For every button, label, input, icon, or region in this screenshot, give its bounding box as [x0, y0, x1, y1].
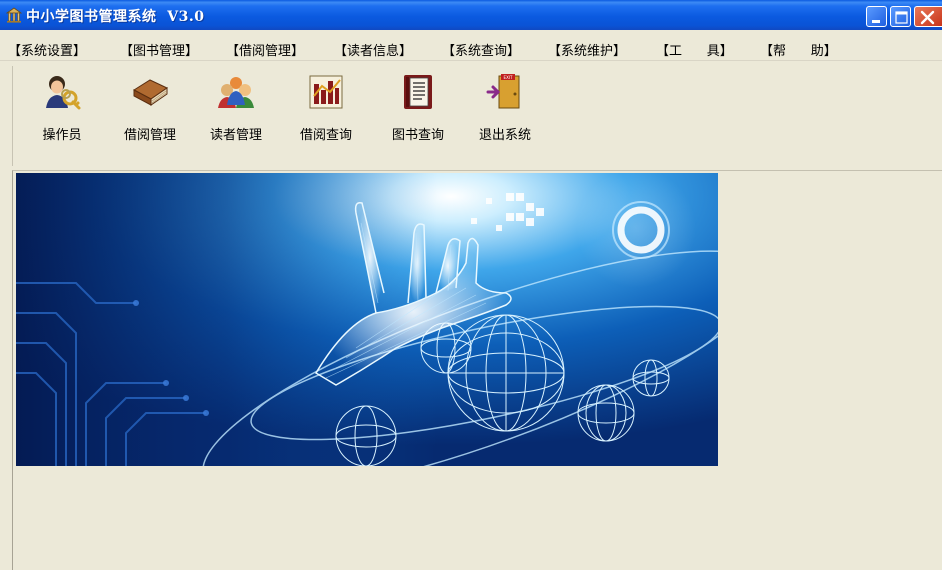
maximize-button[interactable]	[890, 6, 911, 27]
exit-door-icon: EXIT	[486, 74, 520, 109]
brown-book-icon	[132, 79, 169, 106]
menu-system-query[interactable]: 【系统查询】	[442, 44, 520, 60]
maximize-icon	[895, 11, 908, 24]
app-icon	[6, 7, 22, 23]
close-icon	[920, 10, 935, 25]
exit-system-button[interactable]: EXIT 退出系统	[467, 72, 543, 143]
users-group-icon	[218, 77, 254, 108]
borrow-query-label: 借阅查询	[299, 128, 352, 143]
title-bar[interactable]: 中小学图书管理系统 V3.0	[0, 0, 942, 30]
menu-help[interactable]: 【帮 助】	[760, 44, 837, 60]
borrow-management-label: 借阅管理	[123, 128, 176, 143]
operator-label: 操作员	[42, 128, 82, 143]
menu-tools[interactable]: 【工 具】	[656, 44, 733, 60]
book-query-label: 图书查询	[391, 128, 444, 143]
borrow-management-button[interactable]: 借阅管理	[112, 72, 188, 143]
minimize-icon	[872, 20, 880, 23]
book-query-button[interactable]: 图书查询	[380, 72, 456, 143]
close-button[interactable]	[914, 6, 942, 27]
tech-hand-globes-image	[16, 173, 718, 466]
banner-image	[16, 173, 718, 466]
minimize-button[interactable]	[866, 6, 887, 27]
menu-system-settings[interactable]: 【系统设置】	[8, 44, 86, 60]
borrow-query-button[interactable]: 借阅查询	[288, 72, 364, 143]
menu-book-management[interactable]: 【图书管理】	[120, 44, 198, 60]
menu-borrow-management[interactable]: 【借阅管理】	[226, 44, 304, 60]
operator-button[interactable]: 操作员	[24, 72, 100, 143]
svg-text:EXIT: EXIT	[504, 75, 513, 80]
reader-management-label: 读者管理	[209, 128, 262, 143]
exit-system-label: 退出系统	[478, 128, 531, 143]
bar-chart-icon	[309, 75, 343, 109]
menu-reader-info[interactable]: 【读者信息】	[334, 44, 412, 60]
open-book-icon	[404, 75, 432, 109]
reader-management-button[interactable]: 读者管理	[198, 72, 274, 143]
operator-keys-icon	[46, 76, 81, 110]
menu-bar: 【系统设置】 【图书管理】 【借阅管理】 【读者信息】 【系统查询】 【系统维护…	[0, 30, 942, 61]
toolbar: 操作员 借阅管理 读者管理 借阅查询 图书查询 EXIT 退出系统	[12, 66, 942, 166]
window-title: 中小学图书管理系统 V3.0	[26, 9, 205, 25]
menu-system-maintenance[interactable]: 【系统维护】	[548, 44, 626, 60]
